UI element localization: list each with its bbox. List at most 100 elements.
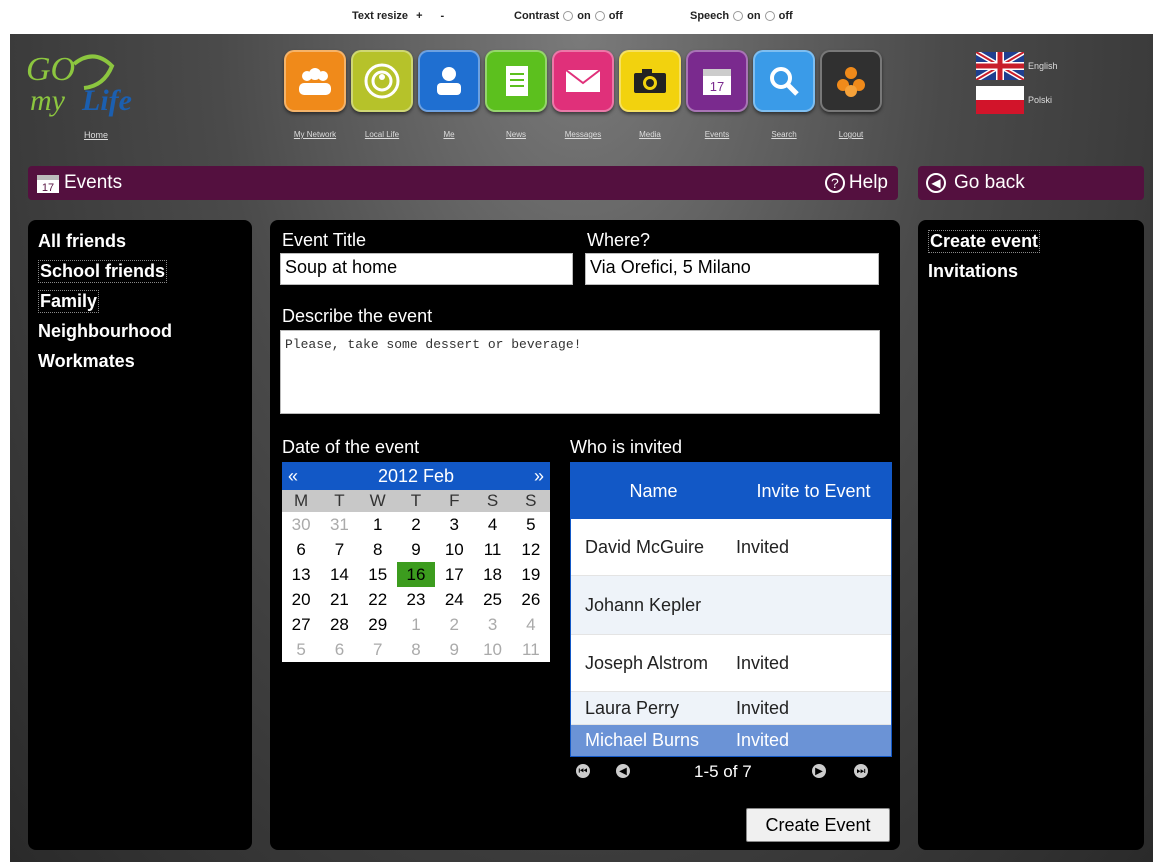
nav-my-network[interactable]: My Network (284, 50, 346, 139)
nav-search[interactable]: Search (753, 50, 815, 139)
text-increase-button[interactable]: + (416, 10, 422, 22)
calendar-day[interactable]: 4 (512, 612, 550, 637)
invite-status[interactable]: Invited (736, 537, 891, 558)
calendar-day[interactable]: 8 (397, 637, 435, 662)
calendar-day[interactable]: 18 (473, 562, 511, 587)
calendar-day[interactable]: 24 (435, 587, 473, 612)
create-event-button[interactable]: Create Event (746, 808, 890, 842)
table-row[interactable]: Joseph Alstrom Invited (571, 635, 891, 692)
calendar-day[interactable]: 4 (473, 512, 511, 537)
where-input[interactable]: Via Orefici, 5 Milano (585, 253, 879, 285)
invite-status[interactable]: Invited (736, 698, 891, 719)
calendar-day[interactable]: 5 (512, 512, 550, 537)
calendar-day[interactable]: 30 (282, 512, 320, 537)
last-page-button[interactable]: ⏭ (854, 764, 868, 778)
svg-text:GO: GO (26, 51, 75, 88)
calendar-day[interactable]: 2 (397, 512, 435, 537)
group-all-friends[interactable]: All friends (38, 230, 126, 253)
calendar-day[interactable]: 12 (512, 537, 550, 562)
table-row[interactable]: Michael Burns Invited (571, 725, 891, 756)
calendar-day[interactable]: 7 (359, 637, 397, 662)
calendar-day[interactable]: 7 (320, 537, 358, 562)
group-workmates[interactable]: Workmates (38, 350, 135, 373)
calendar-day[interactable]: 11 (512, 637, 550, 662)
group-school-friends[interactable]: School friends (38, 260, 168, 283)
go-back-button[interactable]: ◀ Go back (918, 166, 1144, 200)
language-english[interactable]: English (976, 52, 1058, 80)
weekday: T (334, 491, 345, 510)
description-textarea[interactable]: Please, take some dessert or beverage! (280, 330, 880, 414)
calendar-day[interactable]: 1 (397, 612, 435, 637)
describe-label: Describe the event (282, 306, 433, 326)
speech-on-radio[interactable] (733, 11, 744, 21)
nav-news[interactable]: News (485, 50, 547, 139)
calendar-day[interactable]: 8 (359, 537, 397, 562)
calendar-day[interactable]: 1 (359, 512, 397, 537)
menu-create-event[interactable]: Create event (928, 230, 1041, 253)
calendar-day[interactable]: 22 (359, 587, 397, 612)
calendar-day[interactable]: 17 (435, 562, 473, 587)
calendar-day[interactable]: 2 (435, 612, 473, 637)
group-family[interactable]: Family (38, 290, 100, 313)
calendar-day[interactable]: 14 (320, 562, 358, 587)
gomylife-logo[interactable]: GO my Life (24, 46, 174, 126)
calendar-day[interactable]: 9 (435, 637, 473, 662)
prev-month-button[interactable]: « (288, 466, 298, 487)
calendar-day[interactable]: 5 (282, 637, 320, 662)
help-button[interactable]: ? Help (824, 172, 888, 194)
events-menu-panel: Create event Invitations (918, 220, 1144, 850)
nav-events[interactable]: 17 Events (686, 50, 748, 139)
table-row[interactable]: David McGuire Invited (571, 519, 891, 576)
calendar-day[interactable]: 10 (435, 537, 473, 562)
search-icon (753, 50, 815, 112)
invite-status[interactable]: Invited (736, 730, 891, 751)
contrast-on-radio[interactable] (563, 11, 574, 21)
calendar-day[interactable]: 6 (320, 637, 358, 662)
group-neighbourhood[interactable]: Neighbourhood (38, 320, 172, 343)
contrast-off-radio[interactable] (594, 11, 605, 21)
table-row[interactable]: Johann Kepler (571, 576, 891, 635)
nav-me[interactable]: Me (418, 50, 480, 139)
home-link[interactable]: Home (84, 130, 108, 140)
calendar-day[interactable]: 10 (473, 637, 511, 662)
calendar-day[interactable]: 20 (282, 587, 320, 612)
calendar-day[interactable]: 6 (282, 537, 320, 562)
calendar-day[interactable]: 31 (320, 512, 358, 537)
calendar-day[interactable]: 13 (282, 562, 320, 587)
column-header-name[interactable]: Name (571, 463, 736, 519)
calendar-day[interactable]: 23 (397, 587, 435, 612)
calendar-day[interactable]: 16 (396, 562, 436, 587)
first-page-button[interactable]: ⏮ (576, 764, 590, 778)
calendar-day[interactable]: 21 (320, 587, 358, 612)
prev-page-button[interactable]: ◀ (616, 764, 630, 778)
calendar-day[interactable]: 29 (359, 612, 397, 637)
weekday: T (410, 491, 422, 510)
calendar-day[interactable]: 25 (473, 587, 511, 612)
calendar-day[interactable]: 3 (473, 612, 511, 637)
next-month-button[interactable]: » (534, 466, 544, 487)
nav-logout[interactable]: Logout (820, 50, 882, 139)
page-title: Events (64, 172, 123, 193)
column-header-invite[interactable]: Invite to Event (736, 463, 891, 519)
event-title-input[interactable]: Soup at home (280, 253, 573, 285)
speech-off-radio[interactable] (764, 11, 775, 21)
table-row[interactable]: Laura Perry Invited (571, 692, 891, 725)
language-polski[interactable]: Polski (976, 86, 1052, 114)
nav-messages[interactable]: Messages (552, 50, 614, 139)
calendar-day[interactable]: 9 (397, 537, 435, 562)
weekday: S (486, 491, 499, 510)
invite-status[interactable]: Invited (736, 653, 891, 674)
calendar-day[interactable]: 15 (359, 562, 397, 587)
next-page-button[interactable]: ▶ (812, 764, 826, 778)
text-decrease-button[interactable]: - (441, 10, 445, 22)
calendar-day[interactable]: 3 (435, 512, 473, 537)
calendar-day[interactable]: 19 (512, 562, 550, 587)
nav-local-life[interactable]: Local Life (351, 50, 413, 139)
calendar-day[interactable]: 11 (473, 537, 511, 562)
calendar-day[interactable]: 27 (282, 612, 320, 637)
events-calendar-icon: 17 (36, 172, 60, 194)
calendar-day[interactable]: 28 (320, 612, 358, 637)
menu-invitations[interactable]: Invitations (928, 260, 1018, 283)
nav-media[interactable]: Media (619, 50, 681, 139)
calendar-day[interactable]: 26 (512, 587, 550, 612)
